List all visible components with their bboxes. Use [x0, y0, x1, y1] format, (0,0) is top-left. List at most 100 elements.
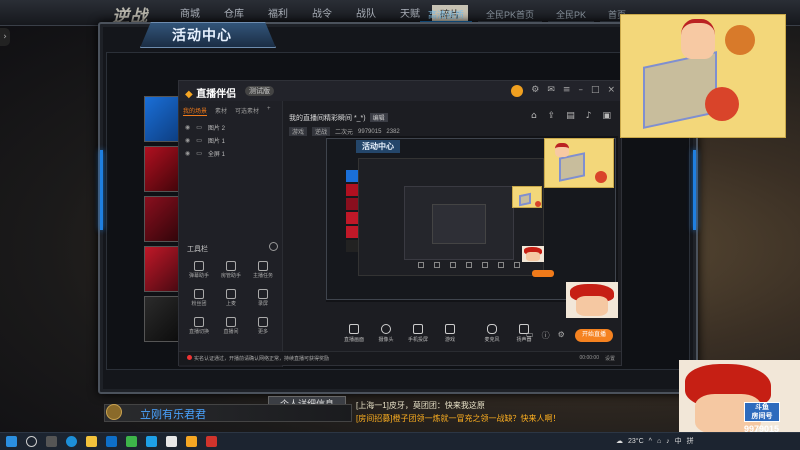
tool-item[interactable]: 直播间 — [215, 315, 247, 339]
settings-icon[interactable]: ⚙ — [531, 85, 539, 97]
tool-label: 上麦 — [225, 301, 236, 307]
lock-icon[interactable]: ▭ — [196, 124, 202, 131]
stream-title[interactable]: 我的直播间精彩瞬间 *_*) — [289, 115, 366, 122]
menu-icon[interactable]: ≡ — [563, 85, 571, 97]
preview-nested-app-3 — [432, 204, 486, 244]
scene-label: 全屏 1 — [207, 152, 225, 158]
eye-icon[interactable]: ◉ — [185, 150, 190, 157]
volume-icon[interactable]: ♪ — [666, 438, 670, 445]
tool-item[interactable]: 直播切换 — [183, 315, 215, 339]
network-icon[interactable]: ⌂ — [657, 438, 661, 445]
weather-icon[interactable]: ☁ — [616, 437, 623, 445]
tool-icon — [226, 317, 236, 327]
tab-pk[interactable]: 全民PK — [548, 8, 595, 23]
tab-assets[interactable]: 素材 — [215, 106, 227, 116]
menu-item-team[interactable]: 战队 — [344, 5, 388, 22]
edge-icon[interactable] — [66, 436, 77, 447]
chat-channel: [房间招募] — [356, 414, 393, 423]
app-icon[interactable] — [126, 436, 137, 447]
header-action-icons: ⌂ ⇪ ▤ ♪ ▣ — [531, 111, 611, 121]
app-logo-text: 直播伴侣 — [196, 89, 237, 100]
lock-icon[interactable]: ▭ — [196, 137, 202, 144]
tool-item[interactable]: 弹幕助手 — [183, 259, 215, 283]
bell-icon[interactable]: ♪ — [586, 111, 592, 121]
app-icon[interactable] — [146, 436, 157, 447]
tab-optional-assets[interactable]: 可选素材 — [235, 106, 259, 116]
app-icon[interactable] — [166, 436, 177, 447]
source-screen-button[interactable]: 直播画面 — [340, 324, 368, 343]
panel-edge-right — [693, 150, 696, 230]
tool-item[interactable]: 主播任务 — [247, 259, 279, 283]
eye-icon[interactable]: ◉ — [185, 137, 190, 144]
scene-item[interactable]: ◉ ▭ 图片 1 — [185, 134, 225, 147]
tool-item[interactable]: 上麦 — [215, 287, 247, 311]
close-icon[interactable]: × — [607, 85, 615, 97]
scene-item[interactable]: ◉ ▭ 图片 2 — [185, 121, 225, 134]
tab-hd[interactable]: 高清画质 — [420, 8, 473, 23]
info-icon[interactable]: ⓘ — [542, 330, 550, 341]
gear-icon[interactable]: ⚙ — [558, 330, 565, 341]
user-avatar[interactable] — [511, 85, 524, 97]
preview-avatar-thumbnail — [566, 282, 618, 318]
box-icon[interactable]: ▣ — [602, 111, 611, 121]
store-icon[interactable] — [106, 436, 117, 447]
add-icon[interactable]: + — [267, 106, 271, 116]
tag-category[interactable]: 游戏 — [289, 127, 308, 136]
tool-label: 更多 — [257, 329, 268, 335]
chat-line: [上海一1]皮牙，莫团团：快来我这原 — [356, 400, 656, 411]
tool-icon — [194, 317, 204, 327]
game-app-icon[interactable] — [206, 436, 217, 447]
nested-tool-icon — [466, 262, 472, 268]
chat-text: 橙子团领一炼就一冒充之领一战缺？快来人啊！ — [392, 414, 561, 423]
eye-icon[interactable]: ◉ — [185, 124, 190, 131]
ime-indicator[interactable]: 中 — [675, 436, 682, 446]
record-icon[interactable]: ▭ — [526, 330, 534, 341]
gift-icon[interactable]: ⌂ — [531, 111, 537, 121]
menu-item-benefits[interactable]: 福利 — [256, 5, 300, 22]
folder-icon[interactable] — [86, 436, 97, 447]
status-dot-icon — [187, 355, 192, 360]
tool-item[interactable]: 房管助手 — [215, 259, 247, 283]
windows-start-icon[interactable] — [6, 436, 17, 447]
scene-item[interactable]: ◉ ▭ 全屏 1 — [185, 147, 225, 160]
microphone-icon — [487, 324, 497, 334]
player-name[interactable]: 立刚有乐君君 — [140, 406, 206, 422]
tools-settings-icon[interactable] — [269, 242, 278, 251]
maximize-icon[interactable]: □ — [591, 85, 600, 97]
message-icon[interactable]: ✉ — [547, 85, 555, 97]
minimize-icon[interactable]: – — [578, 85, 583, 97]
start-live-button[interactable]: 开始直播 — [575, 329, 613, 342]
preview-nested-toolbar — [418, 262, 520, 268]
tray-arrow-icon[interactable]: ^ — [649, 438, 652, 445]
menu-item-battle-pass[interactable]: 战令 — [300, 5, 344, 22]
tag-extra: 二次元 — [335, 130, 354, 136]
ime-mode[interactable]: 拼 — [687, 436, 694, 446]
weather-temp[interactable]: 23°C — [628, 438, 644, 445]
nested-tool-icon — [498, 262, 504, 268]
stream-info-header: 我的直播间精彩瞬间 *_*) 编辑 游戏 逆战 二次元 9979015 2382 — [289, 105, 400, 136]
tool-item[interactable]: 录屏 — [247, 287, 279, 311]
source-game-button[interactable]: 游戏 — [436, 324, 464, 343]
task-view-icon[interactable] — [46, 436, 57, 447]
chart-icon[interactable]: ▤ — [566, 111, 575, 121]
live-app-icon[interactable] — [186, 436, 197, 447]
source-phone-button[interactable]: 手机投屏 — [404, 324, 432, 343]
menu-item-store[interactable]: 商城 — [168, 5, 212, 22]
sidebar-tabs: 我的场景 素材 可选素材 + — [183, 106, 271, 116]
tool-item[interactable]: 粉丝团 — [183, 287, 215, 311]
tab-pk-home[interactable]: 全民PK首页 — [478, 8, 543, 23]
collapse-arrow-icon[interactable]: › — [0, 28, 10, 46]
menu-item-warehouse[interactable]: 仓库 — [212, 5, 256, 22]
search-icon[interactable] — [26, 436, 37, 447]
tab-my-scenes[interactable]: 我的场景 — [183, 106, 208, 116]
badge-line: 房间号 — [751, 413, 773, 420]
tag-game[interactable]: 逆战 — [312, 127, 331, 136]
tool-item[interactable]: 更多 — [247, 315, 279, 339]
tool-label: 粉丝团 — [191, 301, 207, 307]
lock-icon[interactable]: ▭ — [196, 150, 202, 157]
microphone-button[interactable]: 麦克风 — [478, 324, 506, 343]
share-icon[interactable]: ⇪ — [548, 111, 556, 121]
source-camera-button[interactable]: 摄像头 — [372, 324, 400, 343]
status-settings[interactable]: 设置 — [605, 355, 615, 362]
edit-title-button[interactable]: 编辑 — [369, 113, 388, 122]
